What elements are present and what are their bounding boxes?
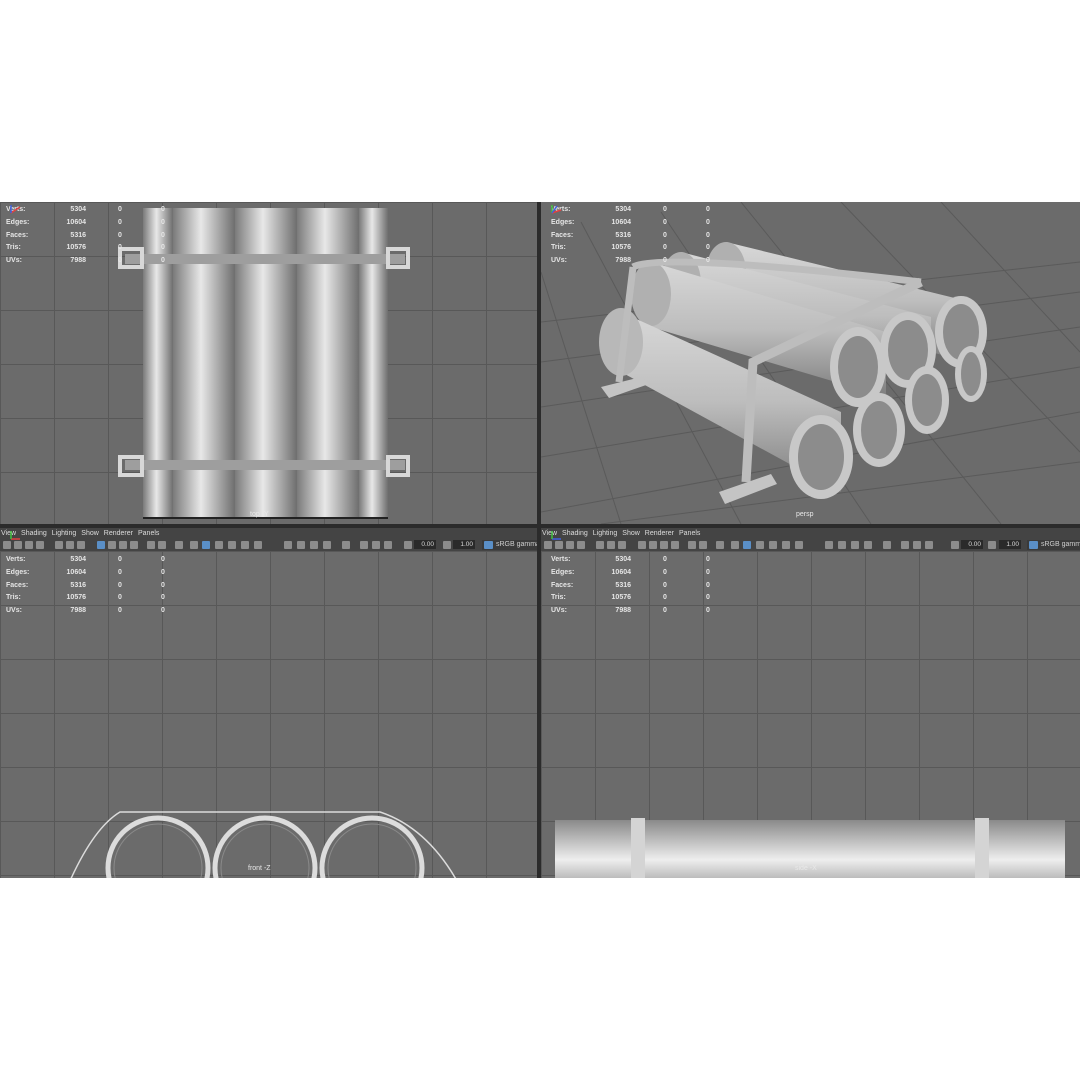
strap-side-1 <box>631 818 645 878</box>
poly-count-hud: Verts:530400 Edges:1060400 Faces:531600 … <box>6 204 186 268</box>
hud-row-tris: Tris: 10576 0 0 <box>6 594 165 602</box>
hud-row-edges: Edges: 10604 0 0 <box>551 568 710 576</box>
viewport-front[interactable]: View Shading Lighting Show Renderer Panels <box>0 528 537 878</box>
hud-row-verts: Verts:530400 <box>551 556 710 563</box>
camera-label: persp <box>796 511 814 518</box>
hud-row-edges: Edges: 10604 0 0 <box>6 568 165 576</box>
axis-gizmo-icon <box>551 205 562 214</box>
hud-row-verts: Verts:530400 <box>551 206 710 213</box>
camera-label: front -Z <box>248 865 271 872</box>
hud-row-faces: Faces: 5316 0 0 <box>551 231 710 239</box>
maya-four-view-layout: Verts:530400 Edges:1060400 Faces:531600 … <box>0 202 1080 878</box>
hud-row-uvs: UVs: 7988 0 0 <box>551 257 710 265</box>
base-plate-1 <box>601 377 649 398</box>
hud-row-verts: Verts:530400 <box>6 206 165 213</box>
strap-top-2 <box>125 460 405 470</box>
hud-row-faces: Faces: 5316 0 0 <box>551 581 710 589</box>
camera-label: side -X <box>795 865 817 872</box>
poly-count-hud: Verts:530400 Edges:1060400 Faces:531600 … <box>6 554 186 618</box>
hud-row-uvs: UVs: 7988 0 0 <box>6 607 165 615</box>
axis-gizmo-icon <box>10 205 21 214</box>
hud-row-edges: Edges: 10604 0 0 <box>6 218 165 226</box>
hud-row-tris: Tris: 10576 0 0 <box>551 244 710 252</box>
viewport-side[interactable]: View Shading Lighting Show Renderer Panels <box>541 528 1080 878</box>
hud-row-verts: Verts:530400 <box>6 556 165 563</box>
viewport-top[interactable]: Verts:530400 Edges:1060400 Faces:531600 … <box>0 202 537 524</box>
hud-row-tris: Tris: 10576 0 0 <box>6 244 165 252</box>
hud-row-faces: Faces: 5316 0 0 <box>6 581 165 589</box>
poly-count-hud: Verts:530400 Edges:1060400 Faces:531600 … <box>551 554 731 618</box>
hud-row-tris: Tris: 10576 0 0 <box>551 594 710 602</box>
hud-row-uvs: UVs: 7988 0 0 <box>6 257 165 265</box>
axis-gizmo-icon <box>551 531 561 540</box>
hud-row-faces: Faces: 5316 0 0 <box>6 231 165 239</box>
poly-count-hud: Verts:530400 Edges:1060400 Faces:531600 … <box>551 204 731 268</box>
strap-side-2 <box>975 818 989 878</box>
viewport-persp[interactable]: Verts:530400 Edges:1060400 Faces:531600 … <box>541 202 1080 524</box>
hud-row-uvs: UVs: 7988 0 0 <box>551 607 710 615</box>
camera-label: top -Y <box>250 511 269 518</box>
axis-gizmo-icon <box>10 531 20 540</box>
hud-row-edges: Edges: 10604 0 0 <box>551 218 710 226</box>
